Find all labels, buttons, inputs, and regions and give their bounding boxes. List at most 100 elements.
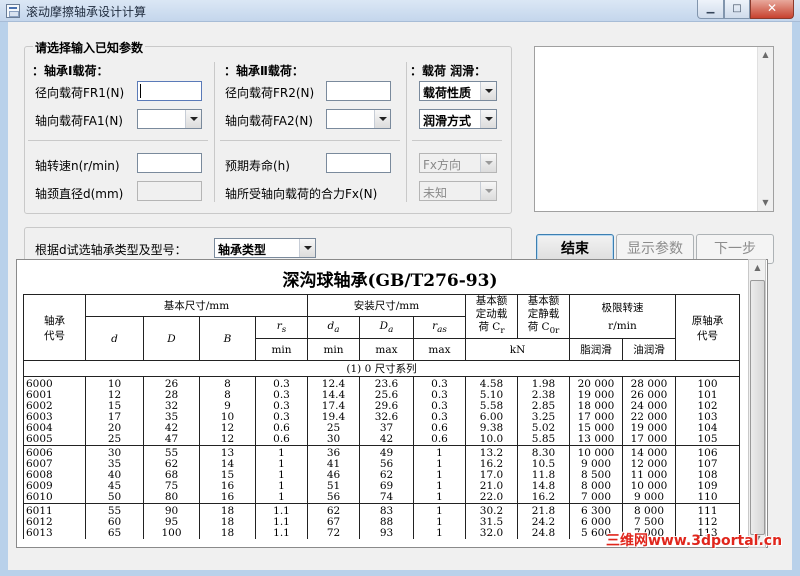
life-label: 预期寿命(h)	[225, 159, 290, 173]
section-label: (1) 0 尺寸系列	[23, 360, 740, 378]
table-cell: 30 35 40 45 50	[85, 445, 144, 504]
scroll-down-icon[interactable]: ▼	[758, 195, 773, 211]
fx-direction-dropdown[interactable]: Fx方向	[419, 153, 497, 173]
col-header-old-code: 原轴承 代号	[675, 293, 740, 362]
fr2-label: 径向载荷FR2(N)	[225, 86, 315, 100]
table-cell-value: 9 000	[633, 491, 665, 504]
table-cell: 0.3 0.3 0.3 0.3 0.6 0.6	[255, 376, 308, 446]
table-cell-value: 1	[436, 527, 443, 540]
unit-kn: kN	[465, 338, 570, 362]
table-cell-value: 30	[326, 433, 341, 446]
table-cell: 6006 6007 6008 6009 6010	[23, 445, 86, 504]
col-header-install: 安装尺寸/mm	[307, 294, 466, 317]
maximize-button[interactable]: □	[724, 0, 750, 19]
fr2-input[interactable]	[326, 81, 391, 101]
table-cell-value: 0.6	[431, 433, 448, 446]
col-Da: Da	[359, 315, 414, 340]
bearing-select-label: 根据d试选轴承类型及型号：	[35, 243, 187, 257]
fr1-input[interactable]	[137, 81, 202, 101]
app-icon	[6, 4, 20, 18]
table-cell-value: 18	[220, 527, 235, 540]
divider-vertical-2	[406, 62, 407, 202]
divider-vertical-1	[214, 62, 215, 202]
chevron-down-icon	[299, 239, 315, 257]
close-button[interactable]: ✕	[750, 0, 794, 19]
col-D: D	[143, 315, 200, 362]
bearing-type-value: 轴承类型	[218, 243, 267, 257]
table-cell-value: 42	[379, 433, 394, 446]
table-cell: 36 41 46 51 56	[307, 445, 360, 504]
table-cell-value: 32.0	[479, 527, 504, 540]
col-grease: 脂润滑	[569, 338, 623, 362]
diameter-input[interactable]	[137, 181, 202, 201]
table-cell: 20 000 19 000 18 000 17 000 15 000 13 000	[569, 376, 623, 446]
table-cell-value: 17 000	[630, 433, 668, 446]
table-cell-value: 72	[326, 527, 341, 540]
table-cell: 10 000 9 000 8 500 8 000 7 000	[569, 445, 623, 504]
col-da: da	[307, 315, 360, 340]
divider-horizontal	[28, 140, 208, 141]
diameter-label: 轴颈直径d(mm)	[35, 187, 124, 201]
table-cell-value: 47	[164, 433, 179, 446]
scroll-up-icon[interactable]: ▲	[758, 47, 773, 63]
limit-Da: max	[359, 338, 414, 362]
table-cell: 28 000 26 000 24 000 22 000 19 000 17 000	[622, 376, 676, 446]
chevron-down-icon	[480, 110, 496, 128]
watermark: 三维网www.3dportal.cn	[606, 533, 783, 549]
load-nature-value: 载荷性质	[423, 86, 472, 100]
result-list-box[interactable]: ▲ ▼	[534, 46, 774, 212]
bearing-type-dropdown[interactable]: 轴承类型	[214, 238, 316, 258]
minimize-button[interactable]: ▁	[697, 0, 724, 19]
col-B: B	[199, 315, 256, 362]
speed-label: 轴转速n(r/min)	[35, 159, 120, 173]
image-scrollbar[interactable]: ▲ ▼	[748, 259, 766, 548]
table-cell: 106 107 108 109 110	[675, 445, 740, 504]
table-cell-value: 100	[161, 527, 182, 540]
table-cell: 1.98 2.38 2.85 3.25 5.02 5.85	[517, 376, 570, 446]
life-input[interactable]	[326, 153, 391, 173]
table-row-group: 6006 6007 6008 6009 6010 30 35 40 45 50 55 62 68 75 80…	[23, 445, 740, 504]
scroll-thumb[interactable]	[750, 280, 765, 535]
table-cell: 0.3 0.3 0.3 0.3 0.6 0.6	[413, 376, 466, 446]
table-cell-value: 1	[278, 491, 285, 504]
table-cell: 23.6 25.6 29.6 32.6 37 42	[359, 376, 414, 446]
table-cell: 11111	[413, 445, 466, 504]
table-cell-value: 22.0	[479, 491, 504, 504]
fa2-dropdown[interactable]	[326, 109, 391, 129]
col-d: d	[85, 315, 144, 362]
speed-input[interactable]	[137, 153, 202, 173]
scroll-up-icon[interactable]: ▲	[750, 260, 765, 276]
table-cell: 49 56 62 69 74	[359, 445, 414, 504]
chevron-down-icon	[480, 154, 496, 172]
load-nature-dropdown[interactable]: 载荷性质	[419, 81, 497, 101]
table-cell: 13.2 16.2 17.0 21.0 22.0	[465, 445, 518, 504]
table-cell-value: 50	[107, 491, 122, 504]
limit-da: min	[307, 338, 360, 362]
col-ras: ras	[413, 315, 466, 340]
fx-direction-value: Fx方向	[423, 158, 462, 172]
col-oil: 油润滑	[622, 338, 676, 362]
table-cell: 10 12 15 17 20 25	[85, 376, 144, 446]
lube-method-dropdown[interactable]: 润滑方式	[419, 109, 497, 129]
table-cell: 55 62 68 75 80	[143, 445, 200, 504]
table-cell: 6011 6012 6013	[23, 503, 86, 540]
table-cell-value: 12	[220, 433, 235, 446]
fa1-dropdown[interactable]	[137, 109, 202, 129]
table-cell: 26 28 32 35 42 47	[143, 376, 200, 446]
table-cell: 4.58 5.10 5.58 6.00 9.38 10.0	[465, 376, 518, 446]
table-cell-value: 65	[107, 527, 122, 540]
divider-horizontal	[412, 140, 502, 141]
fx-value-dropdown[interactable]: 未知	[419, 181, 497, 201]
col-header-dynamic: 基本额 定动载荷 Cr	[465, 293, 518, 340]
fx-label: 轴所受轴向载荷的合力Fx(N)	[225, 187, 378, 201]
table-cell: 14 000 12 000 11 000 10 000 9 000	[622, 445, 676, 504]
table-cell-value: 24.8	[531, 527, 556, 540]
bearing1-heading: ：轴承Ⅰ载荷：	[32, 64, 109, 78]
col-header-speed: 极限转速 r/min	[569, 293, 676, 340]
result-list-scrollbar[interactable]: ▲ ▼	[757, 47, 773, 211]
table-cell: 8.30 10.5 11.8 14.8 16.2	[517, 445, 570, 504]
lube-method-value: 润滑方式	[423, 114, 472, 128]
table-cell-value: 1	[436, 491, 443, 504]
load-lube-heading: ：载荷 润滑：	[410, 64, 487, 78]
table-row-group: 6000 6001 6002 6003 6004 6005 10 12 15 17 20 25 26 28…	[23, 376, 740, 446]
